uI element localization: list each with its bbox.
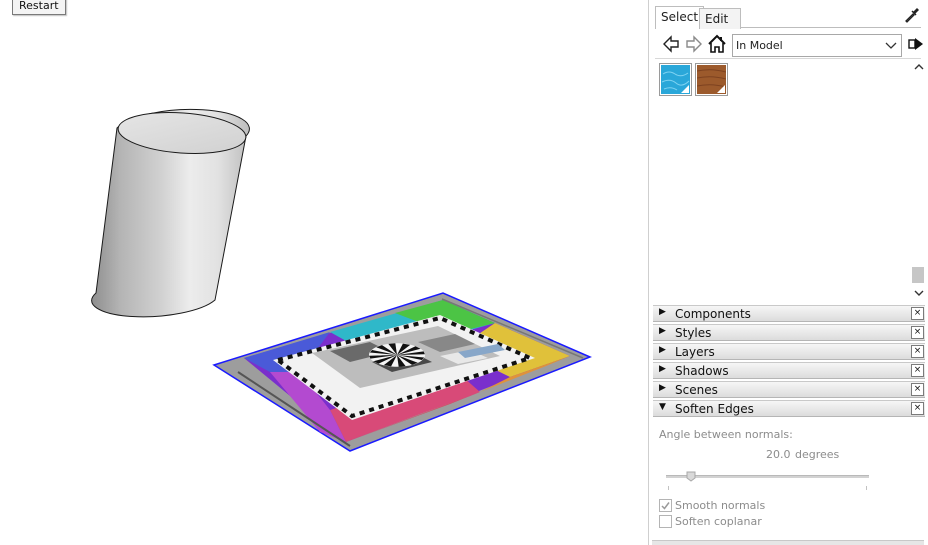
close-icon[interactable]: ×	[911, 364, 924, 377]
panel-soften-edges[interactable]: ▼ Soften Edges ×	[653, 400, 925, 417]
expand-arrow-icon: ▶	[659, 383, 666, 393]
scrollbar-thumb[interactable]	[912, 267, 924, 283]
tab-select[interactable]: Select	[655, 6, 705, 29]
angle-slider-thumb[interactable]	[686, 471, 696, 482]
soften-coplanar-label: Soften coplanar	[675, 515, 762, 528]
panel-components[interactable]: ▶ Components ×	[653, 305, 925, 322]
eyedropper-icon[interactable]	[903, 6, 921, 24]
slider-tick	[866, 486, 867, 490]
scroll-up-icon[interactable]	[913, 61, 925, 73]
panel-title: Scenes	[675, 383, 718, 397]
panel-title: Styles	[675, 326, 712, 340]
soften-coplanar-checkbox[interactable]	[659, 515, 672, 528]
angle-unit: degrees	[795, 448, 840, 461]
close-icon[interactable]: ×	[911, 326, 924, 339]
model-viewport[interactable]: Restart	[0, 0, 648, 545]
close-icon[interactable]: ×	[911, 345, 924, 358]
checkmark-icon	[661, 502, 670, 510]
wood-texture	[697, 65, 726, 94]
chevron-down-icon	[885, 42, 897, 49]
scene-canvas[interactable]	[0, 0, 648, 545]
material-swatch-wood[interactable]	[695, 63, 728, 96]
panel-title: Components	[675, 307, 751, 321]
scroll-down-icon[interactable]	[913, 287, 925, 299]
panel-layers[interactable]: ▶ Layers ×	[653, 343, 925, 360]
collection-select[interactable]: In Model	[732, 34, 902, 57]
close-icon[interactable]: ×	[911, 307, 924, 320]
smooth-normals-checkbox[interactable]	[659, 499, 672, 512]
expand-arrow-icon: ▶	[659, 364, 666, 374]
in-use-corner-icon	[681, 85, 689, 93]
expand-arrow-icon: ▶	[659, 307, 666, 317]
material-swatch-list	[655, 58, 924, 300]
expand-arrow-icon: ▶	[659, 326, 666, 336]
tray-bottom-edge	[652, 540, 924, 545]
materials-nav-row: In Model	[655, 34, 927, 58]
angle-label: Angle between normals:	[659, 428, 793, 441]
smooth-normals-option[interactable]: Smooth normals	[659, 498, 779, 514]
home-icon[interactable]	[707, 34, 727, 54]
collapse-arrow-icon: ▼	[659, 402, 666, 412]
soften-coplanar-option[interactable]: Soften coplanar	[659, 514, 779, 530]
angle-slider-track[interactable]	[666, 475, 869, 478]
forward-arrow-icon[interactable]	[684, 34, 704, 54]
in-use-corner-icon	[717, 85, 725, 93]
details-arrow-icon[interactable]	[907, 35, 925, 53]
close-icon[interactable]: ×	[911, 402, 924, 415]
tab-edit[interactable]: Edit	[699, 8, 741, 29]
collection-value: In Model	[736, 39, 783, 52]
panel-styles[interactable]: ▶ Styles ×	[653, 324, 925, 341]
water-texture	[661, 65, 690, 94]
panel-title: Layers	[675, 345, 715, 359]
close-icon[interactable]: ×	[911, 383, 924, 396]
back-arrow-icon[interactable]	[661, 34, 681, 54]
smooth-normals-label: Smooth normals	[675, 499, 766, 512]
expand-arrow-icon: ▶	[659, 345, 666, 355]
panel-scenes[interactable]: ▶ Scenes ×	[653, 381, 925, 398]
panel-title: Shadows	[675, 364, 729, 378]
panel-shadows[interactable]: ▶ Shadows ×	[653, 362, 925, 379]
soften-edges-panel: Angle between normals: 20.0 degrees Smoo…	[648, 420, 928, 545]
materials-tab-row: Select Edit	[655, 6, 921, 29]
test-chart-plane[interactable]	[212, 292, 592, 452]
angle-value: 20.0	[766, 448, 791, 461]
cylinder-model[interactable]	[91, 108, 250, 318]
panel-title: Soften Edges	[675, 402, 754, 416]
slider-tick	[668, 486, 669, 490]
tray-panels: ▶ Components × ▶ Styles × ▶ Layers × ▶ S…	[653, 305, 925, 419]
material-swatch-water[interactable]	[659, 63, 692, 96]
